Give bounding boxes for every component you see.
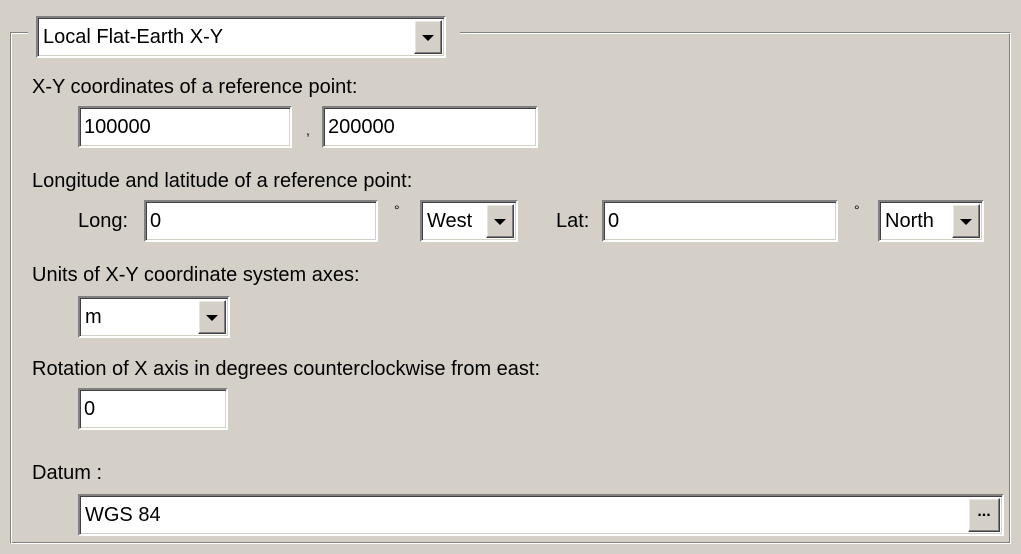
chevron-down-icon xyxy=(422,35,434,41)
long-hemisphere-combobox[interactable]: West xyxy=(420,200,518,242)
reference-xy-label: X-Y coordinates of a reference point: xyxy=(32,76,358,98)
rotation-input[interactable] xyxy=(78,388,228,430)
units-value: m xyxy=(85,305,102,328)
units-dropdown-button[interactable] xyxy=(198,300,226,334)
reference-y-field[interactable] xyxy=(328,108,532,146)
longitude-input[interactable] xyxy=(144,200,378,242)
projection-combobox-value: Local Flat-Earth X-Y xyxy=(43,25,224,48)
projection-combobox[interactable]: Local Flat-Earth X-Y xyxy=(36,16,446,58)
chevron-down-icon xyxy=(206,315,218,321)
lat-degree-symbol: ° xyxy=(854,202,860,218)
long-hemisphere-value: West xyxy=(427,209,473,232)
chevron-down-icon xyxy=(494,219,506,225)
longitude-field[interactable] xyxy=(150,202,372,240)
datum-label: Datum : xyxy=(32,462,103,484)
units-combobox[interactable]: m xyxy=(78,296,230,338)
reference-x-input[interactable] xyxy=(78,106,292,148)
long-hemisphere-dropdown-button[interactable] xyxy=(486,204,514,238)
coordinate-separator: , xyxy=(306,122,310,138)
lat-hemisphere-combobox[interactable]: North xyxy=(878,200,984,242)
long-label: Long: xyxy=(78,210,129,232)
lat-label: Lat: xyxy=(556,210,590,232)
lat-hemisphere-dropdown-button[interactable] xyxy=(952,204,980,238)
units-label: Units of X-Y coordinate system axes: xyxy=(32,264,360,286)
chevron-down-icon xyxy=(960,219,972,225)
projection-dropdown-button[interactable] xyxy=(414,20,442,54)
reference-y-input[interactable] xyxy=(322,106,538,148)
latitude-input[interactable] xyxy=(602,200,838,242)
reference-x-field[interactable] xyxy=(84,108,286,146)
reference-lonlat-label: Longitude and latitude of a reference po… xyxy=(32,170,413,192)
long-degree-symbol: ° xyxy=(394,202,400,218)
latitude-field[interactable] xyxy=(608,202,832,240)
rotation-field[interactable] xyxy=(84,390,222,428)
datum-value: WGS 84 xyxy=(85,503,161,526)
datum-browse-button[interactable]: ... xyxy=(968,498,1000,532)
datum-field[interactable]: WGS 84 ... xyxy=(78,494,1004,536)
ellipsis-icon: ... xyxy=(977,503,991,520)
rotation-label: Rotation of X axis in degrees counterclo… xyxy=(32,358,541,380)
lat-hemisphere-value: North xyxy=(885,209,934,232)
